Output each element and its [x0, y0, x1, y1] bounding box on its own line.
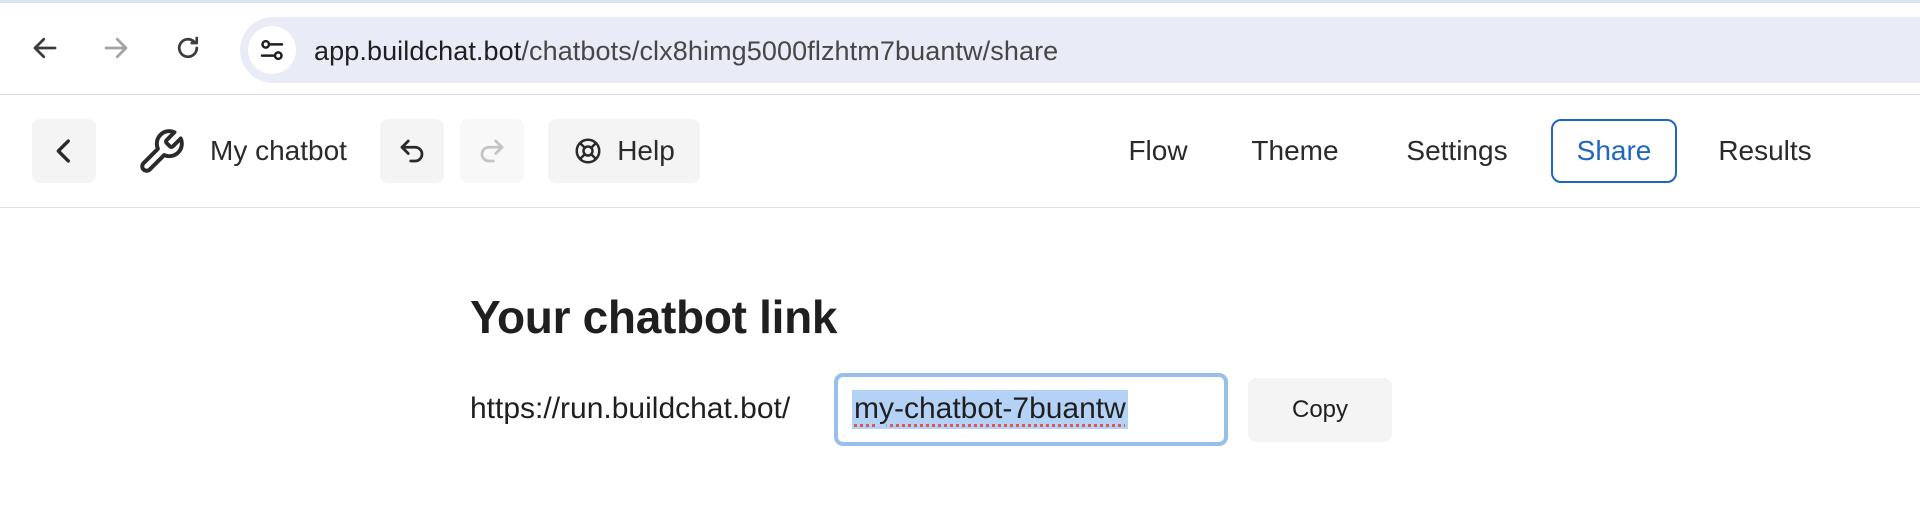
back-button[interactable] [32, 119, 96, 183]
redo-button[interactable] [460, 119, 524, 183]
undo-icon [400, 139, 424, 163]
tab-results[interactable]: Results [1706, 119, 1824, 183]
app-header: My chatbot Help Flow Theme Settings Shar… [0, 95, 1920, 208]
tab-theme[interactable]: Theme [1236, 119, 1354, 183]
reload-icon [177, 36, 199, 59]
wrench-icon [140, 129, 184, 173]
browser-back-button[interactable] [24, 27, 66, 69]
chatbot-slug-input[interactable]: my-chatbot-7buantw [834, 373, 1228, 446]
page-title: Your chatbot link [470, 291, 838, 343]
link-prefix: https://run.buildchat.bot/ [470, 392, 791, 425]
tab-share[interactable]: Share [1551, 119, 1677, 183]
copy-button[interactable]: Copy [1248, 378, 1392, 442]
lifebuoy-icon [575, 138, 601, 164]
undo-button[interactable] [380, 119, 444, 183]
help-label: Help [617, 135, 675, 166]
browser-reload-button[interactable] [167, 27, 209, 69]
browser-forward-button[interactable] [95, 27, 137, 69]
help-button[interactable]: Help [548, 119, 700, 183]
tune-icon [260, 39, 284, 61]
tab-flow[interactable]: Flow [1110, 119, 1206, 183]
arrow-left-icon [33, 37, 57, 59]
address-bar[interactable]: app.buildchat.bot/chatbots/clx8himg5000f… [240, 17, 1920, 83]
tab-settings[interactable]: Settings [1390, 119, 1524, 183]
chatbot-name[interactable]: My chatbot [210, 135, 347, 167]
slug-value: my-chatbot-7buantw [852, 390, 1128, 429]
browser-toolbar: app.buildchat.bot/chatbots/clx8himg5000f… [0, 0, 1920, 95]
redo-icon [480, 139, 504, 163]
chevron-left-icon [56, 139, 70, 163]
site-info-button[interactable] [248, 26, 296, 74]
address-url[interactable]: app.buildchat.bot/chatbots/clx8himg5000f… [314, 36, 1058, 67]
arrow-right-icon [104, 37, 128, 59]
url-host: app.buildchat.bot [314, 36, 522, 66]
url-path: /chatbots/clx8himg5000flzhtm7buantw/shar… [521, 36, 1059, 66]
